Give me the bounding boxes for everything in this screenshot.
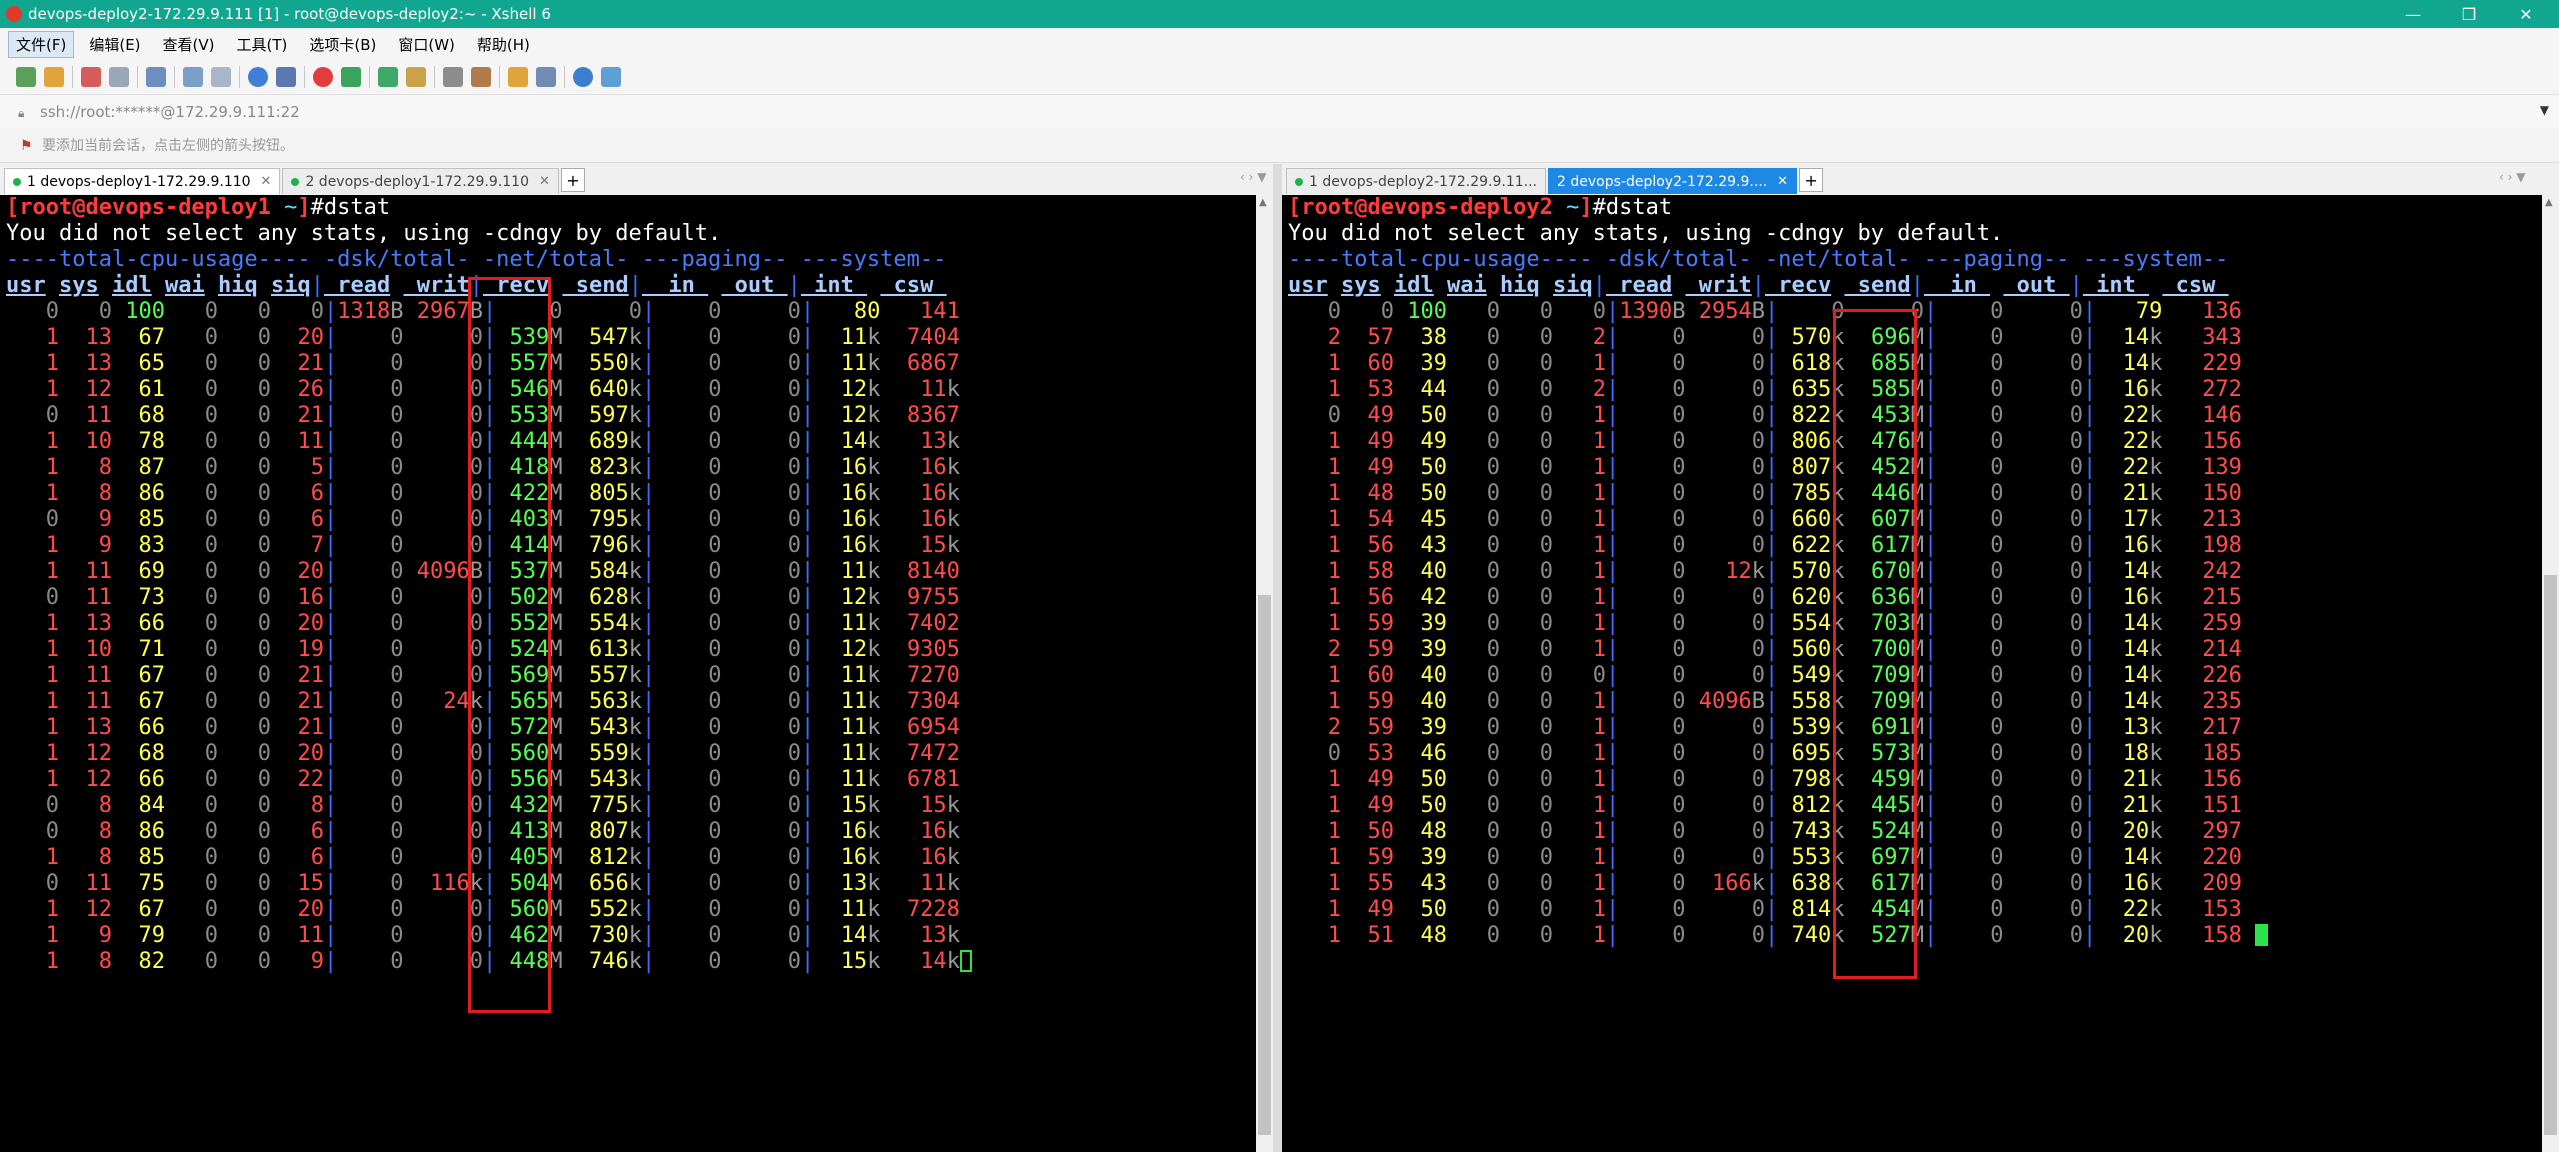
toolbar-separator xyxy=(369,66,370,88)
menu-window[interactable]: 窗口(W) xyxy=(391,32,462,57)
font-icon[interactable] xyxy=(276,67,296,87)
chat-icon[interactable] xyxy=(601,67,621,87)
hint-bar: ⚑ 要添加当前会话，点击左侧的箭头按钮。 xyxy=(0,128,2559,163)
new-session-icon[interactable] xyxy=(16,67,36,87)
toolbar-separator xyxy=(72,66,73,88)
xshell-app-icon xyxy=(6,6,22,22)
script-icon[interactable] xyxy=(471,67,491,87)
keyboard-icon[interactable] xyxy=(443,67,463,87)
toolbar-separator xyxy=(499,66,500,88)
xftp-icon[interactable] xyxy=(313,67,333,87)
open-folder-icon[interactable] xyxy=(44,67,64,87)
tab-label: 2 devops-deploy1-172.29.9.110 xyxy=(305,173,529,190)
menu-file[interactable]: 文件(F) xyxy=(8,30,75,58)
menu-help[interactable]: 帮助(H) xyxy=(470,32,537,57)
address-bar[interactable]: 🔒︎ ssh://root:******@172.29.9.111:22 ▼ xyxy=(0,94,2559,130)
left-scrollbar-thumb[interactable] xyxy=(1258,595,1271,1135)
tab-label: 1 devops-deploy1-172.29.9.110 xyxy=(27,173,251,190)
maximize-button[interactable]: ❐ xyxy=(2446,0,2492,28)
connected-dot-icon xyxy=(13,177,21,186)
transfer-icon[interactable] xyxy=(341,67,361,87)
tab-close-icon[interactable]: ✕ xyxy=(539,174,550,189)
new-tab-button[interactable]: + xyxy=(560,168,585,192)
toolbar-separator xyxy=(239,66,240,88)
terminal-cursor xyxy=(959,950,972,972)
menu-view[interactable]: 查看(V) xyxy=(156,32,222,57)
right-terminal[interactable]: [root@devops-deploy2 ~]#dstat You did no… xyxy=(1282,195,2542,1152)
window-title: devops-deploy2-172.29.9.111 [1] - root@d… xyxy=(28,5,551,23)
toolbar-separator xyxy=(564,66,565,88)
left-tab-bar: 1 devops-deploy1-172.29.9.110 ✕ 2 devops… xyxy=(0,164,1280,194)
reconnect-icon[interactable] xyxy=(109,67,129,87)
new-tab-button[interactable]: + xyxy=(1799,168,1824,192)
tab-left-2[interactable]: 2 devops-deploy1-172.29.9.110 ✕ xyxy=(282,168,559,194)
toolbar-separator xyxy=(137,66,138,88)
menu-tabs[interactable]: 选项卡(B) xyxy=(302,32,383,57)
globe-icon[interactable] xyxy=(248,67,268,87)
session-address[interactable]: ssh://root:******@172.29.9.111:22 xyxy=(40,103,300,121)
print-icon[interactable] xyxy=(211,67,231,87)
compose-icon[interactable] xyxy=(508,67,528,87)
hint-text: 要添加当前会话，点击左侧的箭头按钮。 xyxy=(42,138,294,154)
fullscreen-icon[interactable] xyxy=(378,67,398,87)
tab-close-icon[interactable]: ✕ xyxy=(261,174,272,189)
lock-icon[interactable] xyxy=(406,67,426,87)
recv-column-highlight xyxy=(468,277,551,1013)
terminal-cursor xyxy=(2255,924,2269,946)
left-scrollbar[interactable]: ▲ xyxy=(1256,195,1273,1152)
left-terminal-output: [root@devops-deploy1 ~]#dstat You did no… xyxy=(0,195,1256,975)
close-button[interactable]: ✕ xyxy=(2503,0,2549,28)
connected-dot-icon xyxy=(291,177,300,186)
tab-scroll-arrows[interactable]: ‹ › ▼ xyxy=(2499,170,2525,184)
tab-scroll-arrows[interactable]: ‹ › ▼ xyxy=(1240,170,1266,184)
toolbar-separator xyxy=(174,66,175,88)
right-tab-bar: 1 devops-deploy2-172.29.9.11... 2 devops… xyxy=(1282,164,2559,194)
right-scrollbar[interactable]: ▲ xyxy=(2542,195,2559,1152)
pane-divider[interactable] xyxy=(1273,164,1282,1152)
title-bar: devops-deploy2-172.29.9.111 [1] - root@d… xyxy=(0,0,2559,28)
lock-icon: 🔒︎ xyxy=(18,106,25,120)
minimize-button[interactable]: — xyxy=(2390,0,2436,28)
send-column-highlight xyxy=(1833,309,1917,979)
disconnect-icon[interactable] xyxy=(81,67,101,87)
toolbar-separator xyxy=(304,66,305,88)
menu-edit[interactable]: 编辑(E) xyxy=(82,32,147,57)
toolbar xyxy=(0,60,2559,94)
menu-tools[interactable]: 工具(T) xyxy=(230,32,295,57)
properties-icon[interactable] xyxy=(146,67,166,87)
tab-label: 2 devops-deploy2-172.29.9.... xyxy=(1557,173,1768,190)
bookmark-arrow-icon[interactable]: ⚑ xyxy=(20,138,34,154)
layout-icon[interactable] xyxy=(536,67,556,87)
right-scrollbar-thumb[interactable] xyxy=(2544,575,2557,1135)
tab-left-1[interactable]: 1 devops-deploy1-172.29.9.110 ✕ xyxy=(4,168,281,194)
tab-label: 1 devops-deploy2-172.29.9.11... xyxy=(1309,173,1537,190)
tab-right-2[interactable]: 2 devops-deploy2-172.29.9.... ✕ xyxy=(1548,168,1798,194)
find-icon[interactable] xyxy=(183,67,203,87)
chevron-down-icon[interactable]: ▼ xyxy=(2540,103,2549,117)
tab-right-1[interactable]: 1 devops-deploy2-172.29.9.11... xyxy=(1286,168,1546,194)
scroll-up-icon[interactable]: ▲ xyxy=(2545,197,2553,208)
help-icon[interactable] xyxy=(573,67,593,87)
left-terminal[interactable]: [root@devops-deploy1 ~]#dstat You did no… xyxy=(0,195,1256,1152)
menu-bar: 文件(F) 编辑(E) 查看(V) 工具(T) 选项卡(B) 窗口(W) 帮助(… xyxy=(0,28,2559,60)
tab-close-icon[interactable]: ✕ xyxy=(1777,174,1788,189)
connected-dot-icon xyxy=(1295,177,1303,186)
toolbar-separator xyxy=(434,66,435,88)
scroll-up-icon[interactable]: ▲ xyxy=(1259,197,1267,208)
